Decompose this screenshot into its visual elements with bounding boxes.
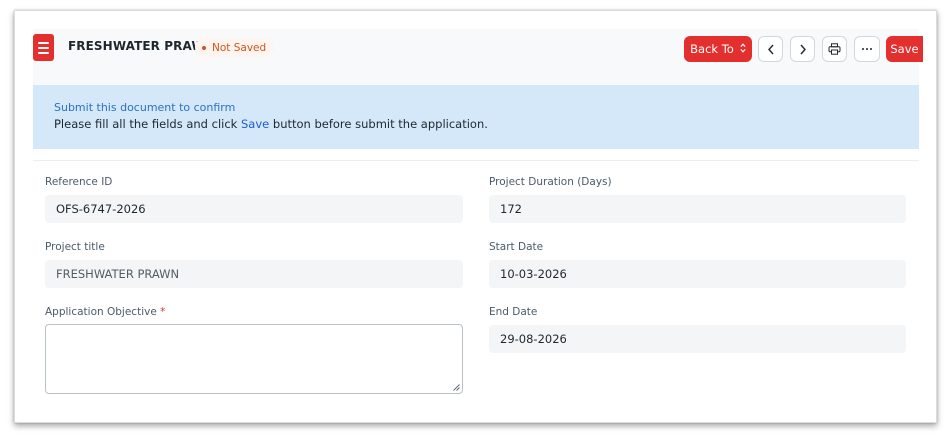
resize-grip-icon[interactable] — [453, 384, 460, 391]
status-dot-icon — [202, 45, 206, 50]
printer-icon — [828, 43, 841, 55]
status-badge-label: Not Saved — [212, 41, 267, 54]
more-actions-button[interactable] — [854, 36, 880, 62]
next-document-button[interactable] — [790, 36, 815, 62]
application-objective-label-text: Application Objective — [45, 306, 157, 318]
alert-message-text: Please fill all the fields and click — [54, 117, 241, 131]
start-date-field[interactable]: 10-03-2026 — [489, 260, 906, 288]
application-objective-textarea[interactable] — [45, 324, 463, 394]
start-date-label: Start Date — [489, 241, 544, 253]
end-date-field[interactable]: 29-08-2026 — [489, 325, 906, 353]
save-link[interactable]: Save — [241, 117, 269, 131]
chevron-left-icon — [767, 44, 774, 54]
project-title-label: Project title — [45, 241, 105, 253]
reference-id-field[interactable]: OFS-6747-2026 — [45, 195, 463, 223]
required-mark: * — [160, 306, 166, 318]
alert-message: Please fill all the fields and click Sav… — [54, 117, 488, 131]
previous-document-button[interactable] — [758, 36, 783, 62]
status-badge: Not Saved — [195, 38, 275, 57]
print-button[interactable] — [822, 36, 847, 62]
page-title: FRESHWATER PRAWN — [68, 39, 215, 53]
document-window: FRESHWATER PRAWN Not Saved Back To Save … — [14, 10, 937, 423]
application-objective-label: Application Objective * — [45, 306, 165, 318]
chevron-right-icon — [799, 44, 806, 54]
hamburger-menu-icon[interactable] — [33, 34, 54, 61]
project-duration-field[interactable]: 172 — [489, 195, 906, 223]
project-title-field[interactable]: FRESHWATER PRAWN — [45, 260, 463, 288]
save-button[interactable]: Save — [886, 36, 923, 62]
page-header: FRESHWATER PRAWN Not Saved Back To Save — [33, 29, 923, 85]
end-date-label: End Date — [489, 306, 538, 318]
alert-title: Submit this document to confirm — [54, 101, 236, 114]
ellipsis-icon — [862, 48, 872, 50]
alert-message-text-end: button before submit the application. — [269, 117, 488, 131]
back-to-button[interactable]: Back To — [684, 36, 752, 62]
section-divider — [33, 160, 919, 161]
reference-id-label: Reference ID — [45, 176, 113, 188]
back-to-label: Back To — [690, 42, 734, 56]
sort-icon — [740, 43, 746, 55]
project-duration-label: Project Duration (Days) — [489, 176, 612, 188]
submit-alert: Submit this document to confirm Please f… — [33, 85, 919, 149]
